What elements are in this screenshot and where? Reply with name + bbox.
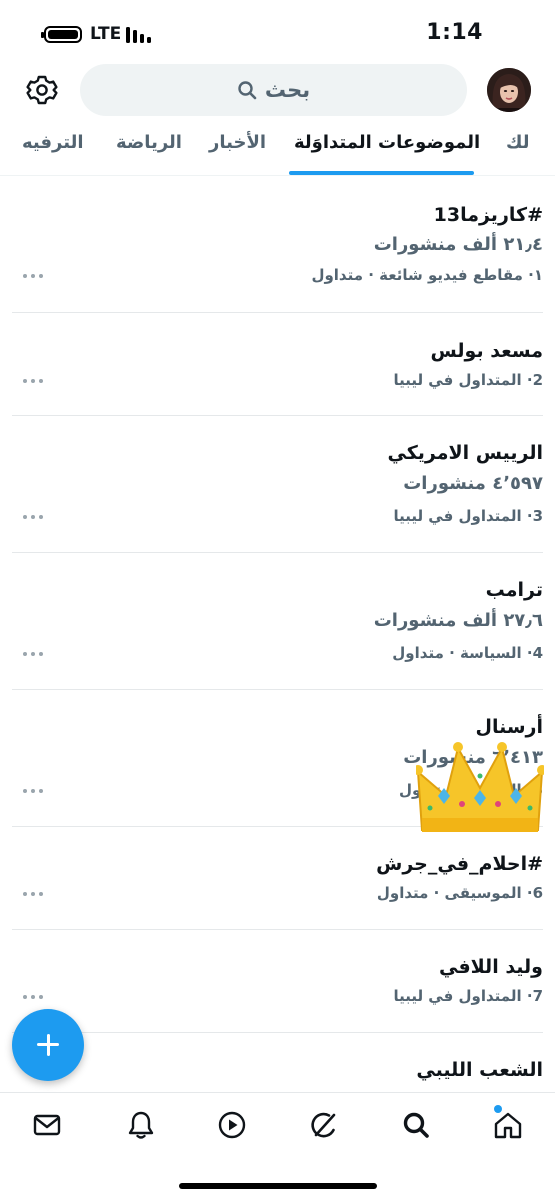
trend-name: ترامب — [485, 579, 543, 601]
trend-meta: 4· السياسة · متداول — [392, 644, 543, 662]
search-input[interactable]: بحث — [80, 64, 467, 116]
avatar[interactable] — [487, 68, 531, 112]
trend-name: #احلام_في_جرش — [376, 853, 543, 875]
notification-dot — [494, 1105, 502, 1113]
tab-for-you[interactable]: لك — [506, 132, 530, 153]
home-indicator — [179, 1183, 377, 1189]
more-icon[interactable] — [22, 994, 44, 1000]
trend-item[interactable]: مسعد بولس 2· المتداول في ليبيا — [12, 336, 543, 412]
battery-icon — [41, 26, 82, 43]
avatar-image — [487, 68, 531, 112]
trend-post-count: ٤٬٥٩٧ منشورات — [403, 473, 543, 494]
trend-name: الشعب الليبي — [416, 1059, 543, 1081]
trend-item[interactable]: ترامب ٢٧٫٦ ألف منشورات 4· السياسة · متدا… — [12, 575, 543, 683]
trend-post-count: ٢١٫٤ ألف منشورات — [373, 234, 543, 255]
search-icon — [238, 81, 257, 100]
grok-icon[interactable] — [308, 1109, 340, 1141]
divider — [12, 1032, 543, 1033]
more-icon[interactable] — [22, 891, 44, 897]
trend-item[interactable]: #كاريزما13 ٢١٫٤ ألف منشورات ١· مقاطع فيد… — [12, 200, 543, 308]
divider — [12, 415, 543, 416]
bell-icon[interactable] — [125, 1109, 157, 1141]
trend-item[interactable]: الشعب الليبي — [12, 1055, 543, 1091]
tab-trending[interactable]: الموضوعات المتداوَلة — [294, 132, 480, 153]
status-bar: LTE 1:14 — [0, 0, 555, 62]
trend-meta: 6· الموسيقى · متداول — [376, 884, 543, 902]
trend-name: الرييس الامريكي — [387, 442, 543, 464]
header: بحث — [0, 62, 555, 118]
trend-name: مسعد بولس — [430, 340, 543, 362]
clock: 1:14 — [426, 20, 483, 45]
gear-icon — [26, 75, 58, 105]
trend-meta: 7· المتداول في ليبيا — [393, 987, 543, 1005]
search-placeholder: بحث — [264, 78, 311, 102]
tab-news[interactable]: الأخبار — [209, 132, 266, 153]
more-icon[interactable] — [22, 651, 44, 657]
trend-item[interactable]: وليد اللافي 7· المتداول في ليبيا — [12, 952, 543, 1028]
more-icon[interactable] — [22, 273, 44, 279]
more-icon[interactable] — [22, 788, 44, 794]
mail-icon[interactable] — [31, 1109, 63, 1141]
divider — [12, 689, 543, 690]
play-icon[interactable] — [216, 1109, 248, 1141]
trend-name: #كاريزما13 — [433, 204, 543, 226]
crown-icon — [416, 742, 544, 832]
settings-button[interactable] — [24, 72, 60, 108]
home-icon[interactable] — [492, 1109, 524, 1141]
more-icon[interactable] — [22, 378, 44, 384]
tab-entertainment[interactable]: الترفيه — [22, 132, 84, 153]
trend-name: وليد اللافي — [438, 956, 543, 978]
compose-button[interactable] — [12, 1009, 84, 1081]
more-icon[interactable] — [22, 514, 44, 520]
active-tab-indicator — [289, 171, 474, 175]
tab-bar: لك الموضوعات المتداوَلة الأخبار الرياضة … — [0, 118, 555, 176]
trend-meta: 3· المتداول في ليبيا — [393, 507, 543, 525]
trend-item[interactable]: #احلام_في_جرش 6· الموسيقى · متداول — [12, 849, 543, 925]
trend-meta: ١· مقاطع فيديو شائعة · متداول — [311, 266, 543, 284]
tab-sports[interactable]: الرياضة — [116, 132, 182, 153]
trend-name: أرسنال — [475, 716, 543, 738]
divider — [12, 552, 543, 553]
divider — [12, 312, 543, 313]
search-icon[interactable] — [400, 1109, 432, 1141]
trend-item[interactable]: الرييس الامريكي ٤٬٥٩٧ منشورات 3· المتداو… — [12, 438, 543, 546]
trend-meta: 2· المتداول في ليبيا — [393, 371, 543, 389]
signal-icon — [126, 27, 151, 43]
network-label: LTE — [90, 24, 122, 44]
divider — [12, 929, 543, 930]
trend-post-count: ٢٧٫٦ ألف منشورات — [373, 610, 543, 631]
